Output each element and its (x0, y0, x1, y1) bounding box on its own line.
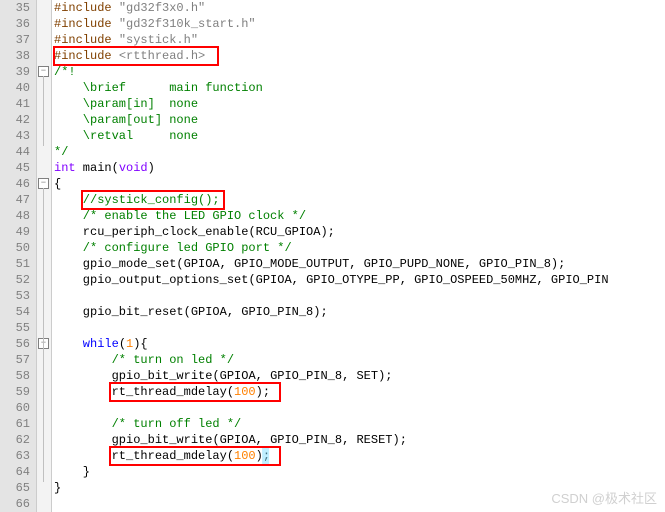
line-number: 48 (4, 208, 30, 224)
code-line[interactable]: \brief main function (54, 80, 665, 96)
line-number: 47 (4, 192, 30, 208)
line-number: 64 (4, 464, 30, 480)
code-line[interactable]: /* turn on led */ (54, 352, 665, 368)
code-line[interactable]: /* configure led GPIO port */ (54, 240, 665, 256)
line-number: 39 (4, 64, 30, 80)
code-line[interactable]: gpio_output_options_set(GPIOA, GPIO_OTYP… (54, 272, 665, 288)
code-line[interactable]: } (54, 464, 665, 480)
line-number: 55 (4, 320, 30, 336)
code-line[interactable]: \retval none (54, 128, 665, 144)
code-line[interactable] (54, 400, 665, 416)
line-number: 41 (4, 96, 30, 112)
code-line[interactable]: /* enable the LED GPIO clock */ (54, 208, 665, 224)
line-number: 46 (4, 176, 30, 192)
line-number: 50 (4, 240, 30, 256)
line-number: 40 (4, 80, 30, 96)
code-line[interactable]: /*! (54, 64, 665, 80)
code-line[interactable]: gpio_bit_write(GPIOA, GPIO_PIN_8, RESET)… (54, 432, 665, 448)
code-editor[interactable]: 3536373839404142434445464748495051525354… (0, 0, 665, 512)
code-area[interactable]: #include "gd32f3x0.h"#include "gd32f310k… (52, 0, 665, 512)
line-number: 51 (4, 256, 30, 272)
code-line[interactable]: #include <rtthread.h> (54, 48, 665, 64)
code-line[interactable]: #include "systick.h" (54, 32, 665, 48)
code-line[interactable]: /* turn off led */ (54, 416, 665, 432)
code-line[interactable]: } (54, 480, 665, 496)
line-number: 54 (4, 304, 30, 320)
fold-column[interactable]: −−− (37, 0, 52, 512)
line-number: 56 (4, 336, 30, 352)
code-line[interactable]: #include "gd32f3x0.h" (54, 0, 665, 16)
line-number: 58 (4, 368, 30, 384)
code-line[interactable]: int main(void) (54, 160, 665, 176)
line-number: 62 (4, 432, 30, 448)
code-line[interactable]: rcu_periph_clock_enable(RCU_GPIOA); (54, 224, 665, 240)
line-number: 37 (4, 32, 30, 48)
code-line[interactable]: #include "gd32f310k_start.h" (54, 16, 665, 32)
line-number: 49 (4, 224, 30, 240)
line-number: 59 (4, 384, 30, 400)
code-line[interactable]: rt_thread_mdelay(100); (54, 448, 665, 464)
line-number: 65 (4, 480, 30, 496)
line-number: 45 (4, 160, 30, 176)
code-line[interactable] (54, 288, 665, 304)
code-line[interactable] (54, 320, 665, 336)
code-line[interactable]: gpio_bit_reset(GPIOA, GPIO_PIN_8); (54, 304, 665, 320)
line-number: 60 (4, 400, 30, 416)
line-number: 57 (4, 352, 30, 368)
line-number: 63 (4, 448, 30, 464)
line-number: 43 (4, 128, 30, 144)
line-number-gutter: 3536373839404142434445464748495051525354… (0, 0, 37, 512)
line-number: 52 (4, 272, 30, 288)
line-number: 61 (4, 416, 30, 432)
line-number: 53 (4, 288, 30, 304)
code-line[interactable]: gpio_bit_write(GPIOA, GPIO_PIN_8, SET); (54, 368, 665, 384)
code-line[interactable]: //systick_config(); (54, 192, 665, 208)
code-line[interactable]: \param[out] none (54, 112, 665, 128)
code-line[interactable]: \param[in] none (54, 96, 665, 112)
line-number: 38 (4, 48, 30, 64)
line-number: 42 (4, 112, 30, 128)
code-line[interactable]: */ (54, 144, 665, 160)
code-line[interactable]: while(1){ (54, 336, 665, 352)
code-line[interactable]: rt_thread_mdelay(100); (54, 384, 665, 400)
line-number: 36 (4, 16, 30, 32)
line-number: 44 (4, 144, 30, 160)
code-line[interactable]: { (54, 176, 665, 192)
code-line[interactable]: gpio_mode_set(GPIOA, GPIO_MODE_OUTPUT, G… (54, 256, 665, 272)
line-number: 35 (4, 0, 30, 16)
